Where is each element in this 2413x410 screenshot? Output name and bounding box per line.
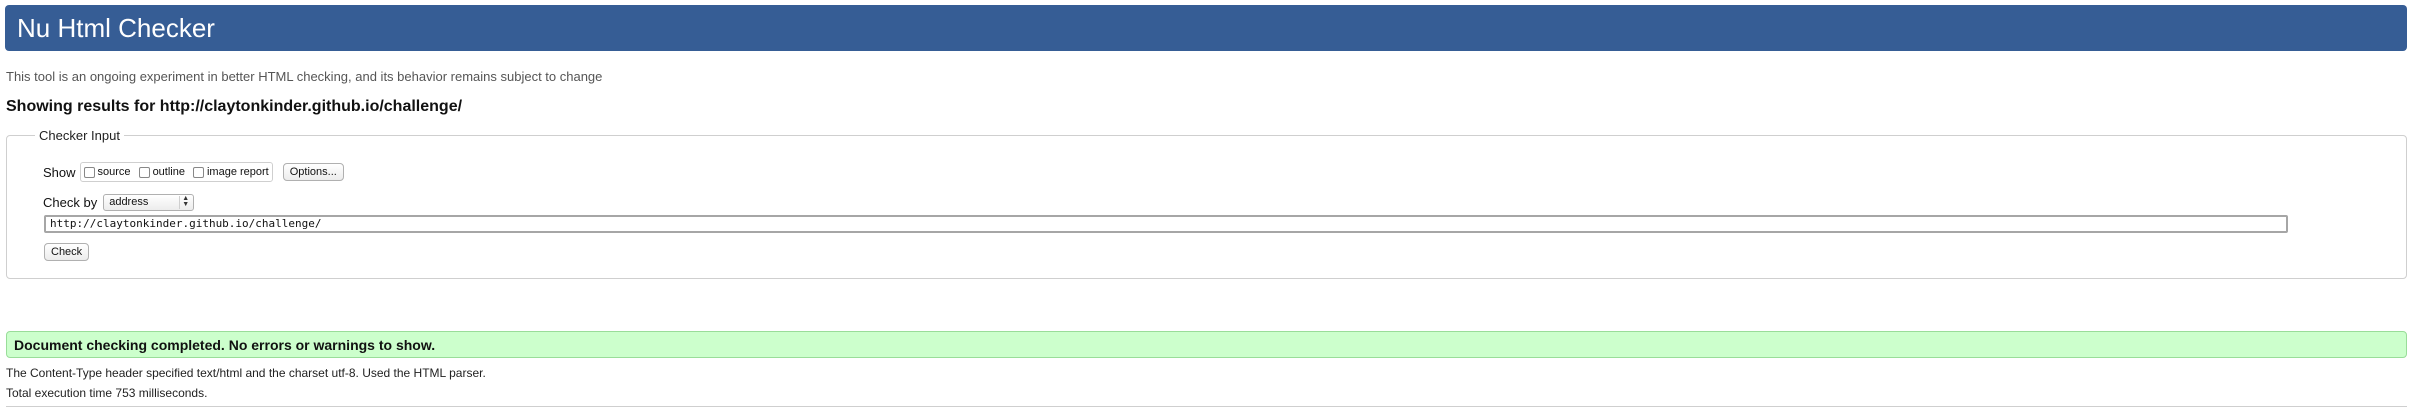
results-heading: Showing results for http://claytonkinder… bbox=[6, 98, 463, 115]
content-type-note: The Content-Type header specified text/h… bbox=[6, 366, 486, 380]
check-button[interactable]: Check bbox=[44, 243, 90, 261]
show-outline-option[interactable]: outline bbox=[138, 166, 185, 178]
outline-checkbox-label: outline bbox=[152, 166, 185, 178]
image-report-checkbox-label: image report bbox=[206, 166, 269, 178]
options-button[interactable]: Options... bbox=[282, 163, 344, 181]
success-message: Document checking completed. No errors o… bbox=[14, 336, 436, 353]
url-input[interactable]: http://claytonkinder.github.io/challenge… bbox=[44, 215, 2288, 233]
execution-time: Total execution time 753 milliseconds. bbox=[6, 386, 208, 400]
page-title: Nu Html Checker bbox=[17, 13, 215, 43]
show-checkbox-group: source outline image report bbox=[79, 162, 273, 182]
header-bar: Nu Html Checker bbox=[5, 5, 2407, 51]
success-message-box: Document checking completed. No errors o… bbox=[6, 331, 2407, 358]
divider bbox=[6, 406, 2407, 407]
check-by-label: Check by bbox=[43, 194, 98, 210]
show-options-row: Show source outline image report Options… bbox=[43, 162, 344, 182]
show-image-report-option[interactable]: image report bbox=[192, 166, 269, 178]
show-source-option[interactable]: source bbox=[83, 166, 131, 178]
checker-input-fieldset bbox=[6, 135, 2407, 279]
outline-checkbox[interactable] bbox=[138, 166, 150, 178]
check-by-select[interactable]: address ▲ ▼ bbox=[103, 193, 195, 211]
source-checkbox-label: source bbox=[97, 166, 131, 178]
checker-input-legend: Checker Input bbox=[35, 128, 124, 144]
show-label: Show bbox=[43, 164, 76, 180]
check-by-row: Check by address ▲ ▼ bbox=[43, 192, 195, 212]
check-by-selected-value: address bbox=[109, 196, 149, 208]
source-checkbox[interactable] bbox=[83, 166, 95, 178]
image-report-checkbox[interactable] bbox=[192, 166, 204, 178]
nu-html-checker-page: Nu Html Checker This tool is an ongoing … bbox=[0, 0, 2413, 410]
up-down-arrows-icon: ▲ ▼ bbox=[179, 195, 191, 209]
intro-text: This tool is an ongoing experiment in be… bbox=[6, 69, 603, 84]
